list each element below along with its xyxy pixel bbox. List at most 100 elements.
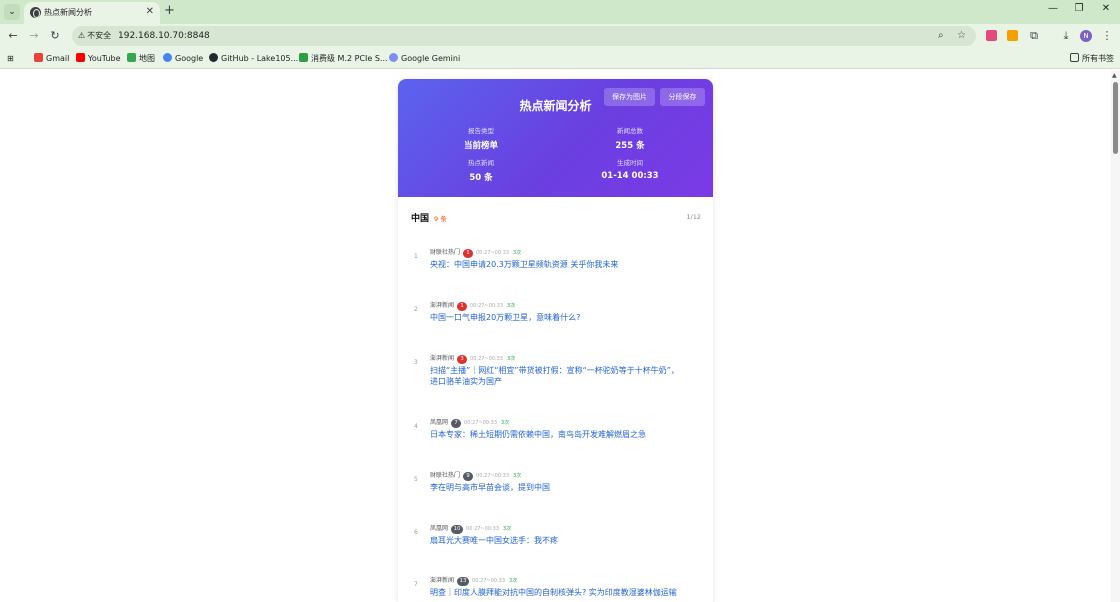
bookmark-github[interactable]: GitHub - Lake105... [209, 53, 298, 64]
news-time: 00:27~00:33 [464, 420, 498, 426]
warning-icon: ⚠ [78, 31, 86, 40]
extension-icon-pink[interactable] [986, 30, 997, 41]
news-meta: 澎湃新闻 13 00:27~00:33 3次 [430, 575, 518, 586]
close-window-icon[interactable]: ✕ [1099, 3, 1113, 14]
news-rank: 5 [414, 476, 418, 483]
bookmark-label: Gmail [46, 54, 70, 63]
page-scrollbar[interactable]: ▲ [1111, 70, 1120, 602]
bookmark-label: GitHub - Lake105... [221, 54, 299, 63]
news-rank: 7 [414, 581, 418, 588]
profile-avatar[interactable]: N [1080, 30, 1092, 42]
url-text[interactable]: 192.168.10.70:8848 [118, 29, 210, 43]
bookmark-label: 消费级 M.2 PCIe S... [311, 54, 388, 63]
news-occurrences: 3次 [513, 250, 522, 256]
stat-value: 255 条 [615, 141, 645, 151]
news-headline-link[interactable]: 扫描“主播”｜网红“相宜”带货被打假：宣称“一杯驼奶等于十杯牛奶”，进口骆羊油实… [430, 365, 680, 387]
news-source: 澎湃新闻 [430, 355, 455, 362]
google-icon [163, 53, 172, 62]
bookmark-label: Google [175, 54, 204, 63]
news-meta: 澎湃新闻 1 00:27~00:33 3次 [430, 300, 515, 311]
rank-badge: 9 [463, 472, 474, 481]
news-rank: 1 [414, 253, 418, 260]
report-card: 热点新闻分析 保存为图片 分段保存 报告类型 当前榜单 新闻总数 255 条 热… [398, 79, 713, 602]
reload-icon[interactable]: ↻ [48, 29, 62, 43]
zoom-icon[interactable]: ⌕ [938, 29, 944, 43]
stat-report-type: 报告类型 当前榜单 [421, 125, 541, 151]
bookmark-label: 地图 [139, 54, 155, 63]
forward-icon[interactable]: → [27, 29, 41, 43]
news-headline-link[interactable]: 扇耳光大赛唯一中国女选手：我不疼 [430, 535, 680, 546]
news-meta: 财联社热门 1 00:27~00:33 3次 [430, 247, 522, 258]
rank-badge: 1 [463, 249, 474, 258]
extensions-puzzle-icon[interactable]: ⧉ [1027, 29, 1041, 43]
browser-toolbar: ← → ↻ ⚠ 不安全 192.168.10.70:8848 ⌕ ☆ ⧉ ⤓ N … [0, 24, 1120, 48]
scroll-thumb[interactable] [1113, 82, 1118, 154]
site-icon [299, 53, 308, 62]
all-bookmarks-label: 所有书签 [1082, 54, 1114, 63]
stat-label: 热点新闻 [468, 159, 494, 167]
stat-generated-time: 生成时间 01-14 00:33 [570, 157, 690, 181]
rank-badge: 1 [457, 302, 468, 311]
minimize-icon[interactable]: — [1046, 3, 1060, 14]
news-time: 00:27~00:33 [466, 526, 500, 532]
news-rank: 4 [414, 423, 418, 430]
news-headline-link[interactable]: 李在明与高市早苗会谈，提到中国 [430, 482, 680, 493]
news-time: 00:27~00:33 [470, 303, 504, 309]
section-page-indicator: 1/12 [686, 213, 701, 221]
news-meta: 凤凰网 10 00:27~00:33 3次 [430, 523, 512, 534]
bookmark-gmail[interactable]: Gmail [34, 53, 69, 64]
stat-label: 报告类型 [468, 127, 494, 135]
news-occurrences: 3次 [513, 473, 522, 479]
bookmark-pcie[interactable]: 消费级 M.2 PCIe S... [299, 53, 388, 64]
news-source: 财联社热门 [430, 249, 461, 256]
rank-badge: 3 [457, 355, 468, 364]
back-icon[interactable]: ← [6, 29, 20, 43]
stat-label: 新闻总数 [617, 127, 643, 135]
save-split-button[interactable]: 分段保存 [660, 88, 705, 106]
stat-label: 生成时间 [617, 159, 643, 167]
news-headline-link[interactable]: 日本专家：稀土短期仍需依赖中国，南鸟岛开发难解燃眉之急 [430, 429, 680, 440]
all-bookmarks[interactable]: 所有书签 [1070, 53, 1114, 64]
news-rank: 3 [414, 359, 418, 366]
menu-dots-icon[interactable]: ⋮ [1100, 29, 1114, 43]
stat-value: 01-14 00:33 [601, 171, 659, 181]
news-meta: 财联社热门 9 00:27~00:33 3次 [430, 470, 522, 481]
gmail-icon [34, 53, 43, 62]
news-time: 00:27~00:33 [476, 473, 510, 479]
stat-value: 50 条 [469, 173, 493, 183]
gemini-icon [389, 53, 398, 62]
bookmark-gemini[interactable]: Google Gemini [389, 53, 460, 64]
news-headline-link[interactable]: 中国一口气申报20万颗卫星，意味着什么? [430, 312, 680, 323]
news-occurrences: 3次 [503, 526, 512, 532]
news-occurrences: 3次 [509, 578, 518, 584]
news-headline-link[interactable]: 央视：中国申请20.3万颗卫星频轨资源 关乎你我未来 [430, 259, 680, 270]
github-icon [209, 53, 218, 62]
tab-search-icon[interactable]: ⌄ [4, 4, 20, 20]
bookmarks-bar: ⊞ Gmail YouTube 地图 Google GitHub - Lake1… [0, 48, 1120, 69]
active-tab[interactable]: 热点新闻分析 ✕ [24, 2, 160, 24]
bookmark-star-icon[interactable]: ☆ [957, 29, 966, 43]
news-occurrences: 3次 [501, 420, 510, 426]
maps-icon [127, 53, 136, 62]
news-occurrences: 3次 [507, 356, 516, 362]
news-source: 澎湃新闻 [430, 577, 455, 584]
news-meta: 凤凰网 7 00:27~00:33 3次 [430, 417, 510, 428]
news-source: 凤凰网 [430, 419, 449, 426]
news-headline-link[interactable]: 明查｜印度人膜拜能对抗中国的自制核弹头? 实为印度教湿婆林伽运输 [430, 587, 680, 598]
apps-grid-icon[interactable]: ⊞ [7, 53, 14, 64]
tab-close-icon[interactable]: ✕ [146, 6, 154, 17]
scroll-up-icon[interactable]: ▲ [1112, 72, 1117, 79]
extension-icon-orange[interactable] [1007, 30, 1018, 41]
save-image-button[interactable]: 保存为图片 [604, 88, 655, 106]
restore-icon[interactable]: ❐ [1072, 3, 1086, 14]
address-bar[interactable]: ⚠ 不安全 192.168.10.70:8848 ⌕ ☆ [72, 26, 976, 46]
security-chip[interactable]: ⚠ 不安全 [76, 29, 115, 43]
bookmark-maps[interactable]: 地图 [127, 53, 155, 64]
report-header: 热点新闻分析 保存为图片 分段保存 报告类型 当前榜单 新闻总数 255 条 热… [398, 79, 713, 197]
news-meta: 澎湃新闻 3 00:27~00:33 3次 [430, 353, 516, 364]
bookmark-youtube[interactable]: YouTube [76, 53, 121, 64]
download-icon[interactable]: ⤓ [1059, 29, 1073, 43]
bookmark-google[interactable]: Google [163, 53, 203, 64]
browser-titlebar: ⌄ 热点新闻分析 ✕ + — ❐ ✕ [0, 0, 1120, 24]
new-tab-icon[interactable]: + [164, 4, 175, 18]
